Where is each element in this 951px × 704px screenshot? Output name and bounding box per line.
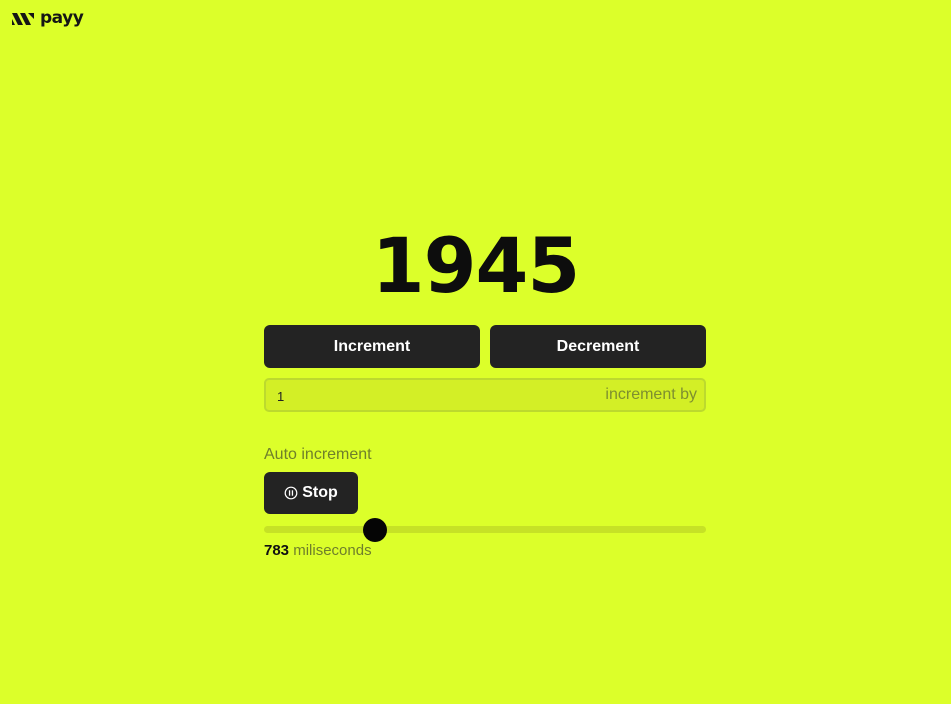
increment-by-suffix: increment by [605, 386, 697, 403]
brand-logo[interactable]: payy [12, 7, 84, 30]
stop-button-label: Stop [302, 484, 338, 501]
payy-logo-icon [12, 12, 36, 26]
increment-by-field: increment by [264, 378, 706, 412]
interval-slider[interactable] [264, 518, 706, 542]
slider-track[interactable] [264, 526, 706, 533]
stop-button[interactable]: Stop [264, 472, 358, 514]
interval-readout: 783 miliseconds [264, 542, 372, 559]
interval-value: 783 [264, 542, 290, 559]
decrement-button[interactable]: Decrement [490, 325, 706, 368]
pause-circle-icon [284, 486, 298, 500]
counter-controls: Increment Decrement [264, 325, 706, 368]
increment-by-input[interactable] [266, 379, 606, 411]
slider-thumb[interactable] [362, 518, 387, 542]
brand-name: payy [40, 7, 84, 28]
interval-unit: miliseconds [293, 542, 372, 559]
app-page: payy 1945 Increment Decrement increment … [0, 0, 951, 704]
counter-value: 1945 [371, 221, 581, 310]
increment-button[interactable]: Increment [264, 325, 480, 368]
auto-increment-label: Auto increment [264, 446, 372, 463]
